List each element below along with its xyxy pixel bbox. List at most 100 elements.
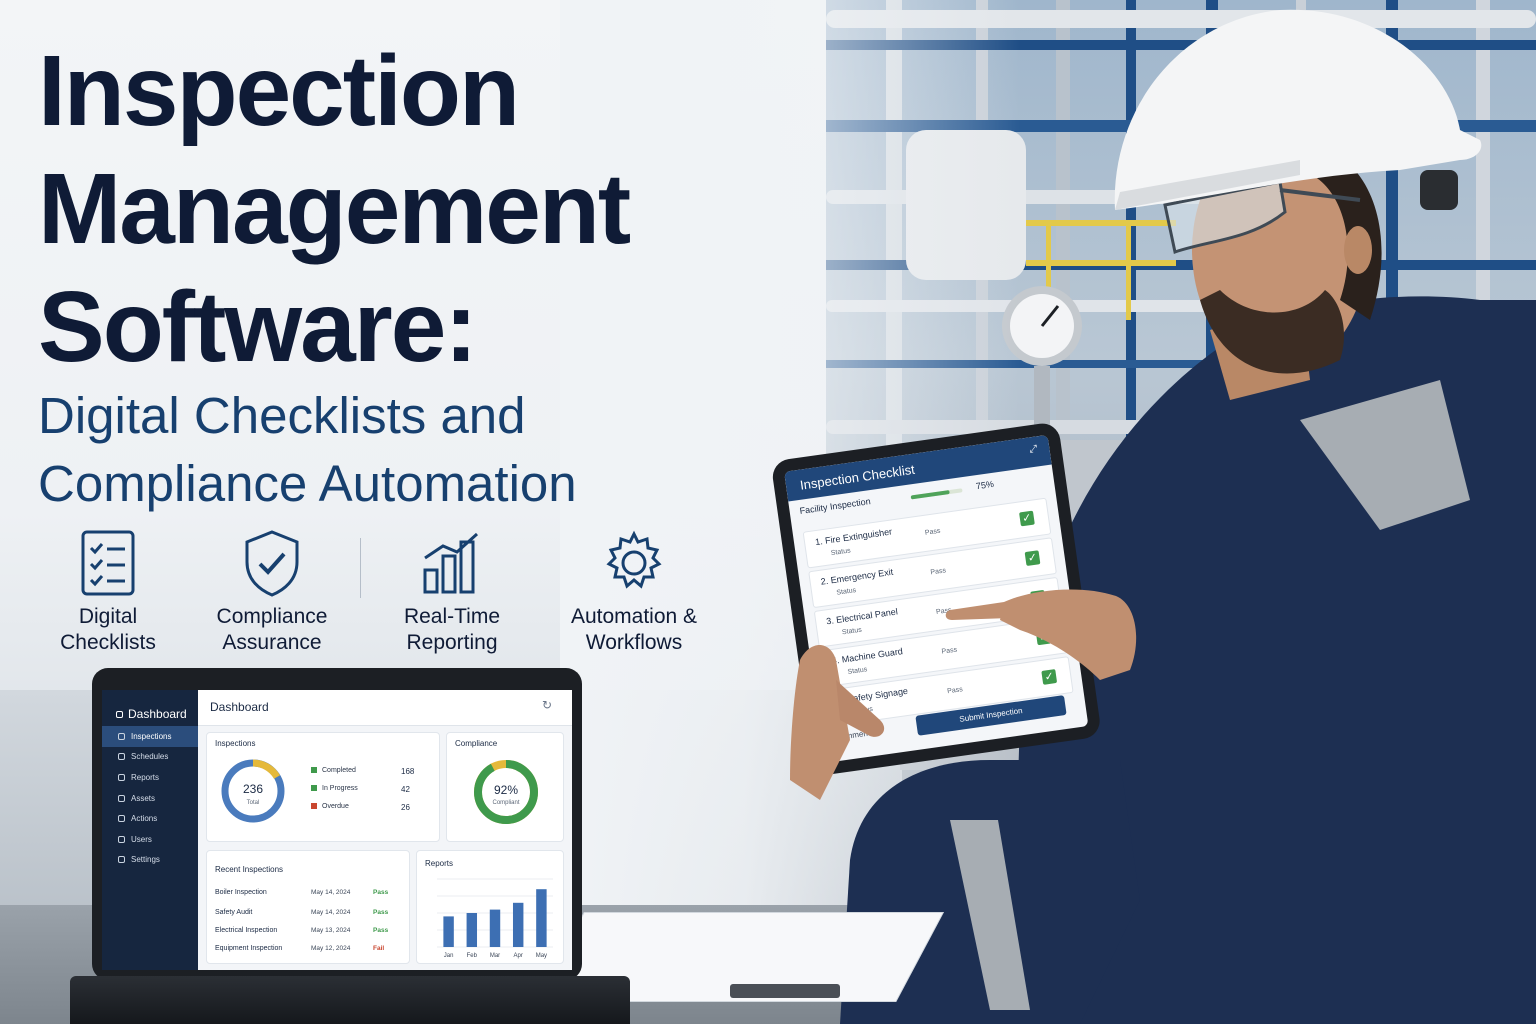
feature-real-time-reporting: Real-Time Reporting xyxy=(372,528,532,656)
checklist-item-status-label: Status xyxy=(830,547,852,558)
feature-label-line2: Reporting xyxy=(406,631,498,654)
table-row[interactable]: Boiler Inspection May 14, 2024 Pass xyxy=(215,889,393,896)
sidebar-item-label: Actions xyxy=(131,814,158,824)
home-icon xyxy=(116,710,123,718)
reports-bar-chart: Jan Feb Mar Apr May xyxy=(437,878,553,959)
table-row[interactable]: Safety Audit May 14, 2024 Pass xyxy=(215,909,393,916)
page-title: Dashboard xyxy=(210,700,269,714)
feature-divider xyxy=(360,538,361,598)
actions-icon xyxy=(118,815,125,823)
chart-x-tick-label: Apr xyxy=(514,953,523,959)
chart-x-tick-label: Jan xyxy=(444,953,454,959)
legend-value: 26 xyxy=(401,803,410,812)
sidebar-item-schedules[interactable]: Schedules xyxy=(102,747,198,768)
inspection-result: Pass xyxy=(373,889,389,896)
expand-icon[interactable]: ⤢ xyxy=(1029,443,1038,455)
inspection-name: Equipment Inspection xyxy=(215,945,283,952)
inspections-card[interactable]: Inspections 236 Total Completed 168 In P… xyxy=(206,732,440,842)
dashboard-topbar: Dashboard ↻ xyxy=(198,690,572,726)
feature-label-line1: Automation & xyxy=(570,605,698,628)
inspection-result: Pass xyxy=(373,927,389,934)
sidebar-item-settings[interactable]: Settings xyxy=(102,850,198,871)
inspections-total-label: Total xyxy=(247,800,260,806)
inspection-name: Safety Audit xyxy=(215,909,253,916)
legend-row-in-progress: In Progress 42 xyxy=(311,785,410,794)
chart-x-tick-label: Feb xyxy=(467,953,478,959)
checklist-progress-percent: 75% xyxy=(975,478,995,492)
compliance-donut: 92% Compliant xyxy=(474,760,538,824)
inspections-legend: Completed 168 In Progress 42 Overdue 26 xyxy=(311,767,431,827)
legend-value: 42 xyxy=(401,785,410,794)
feature-label-line1: Real-Time xyxy=(403,605,501,628)
table-row[interactable]: Electrical Inspection May 13, 2024 Pass xyxy=(215,927,393,934)
laptop-keyboard xyxy=(70,976,630,1024)
inspections-total-value: 236 xyxy=(243,782,263,796)
inspection-name: Boiler Inspection xyxy=(215,889,267,896)
table-row[interactable]: Equipment Inspection May 12, 2024 Fail xyxy=(215,945,393,952)
chart-bar[interactable] xyxy=(536,889,547,947)
inspection-date: May 14, 2024 xyxy=(311,909,351,916)
reports-title: Reports xyxy=(425,859,454,868)
legend-dot xyxy=(311,785,317,791)
chart-x-tick-label: May xyxy=(536,953,547,959)
clipboard-clip xyxy=(730,984,840,998)
feature-label-line2: Checklists xyxy=(60,631,156,654)
headline-line-3: Software: xyxy=(38,271,478,383)
compliance-card[interactable]: Compliance 92% Compliant xyxy=(446,732,564,842)
recent-inspections-title: Recent Inspections xyxy=(215,865,284,874)
inspection-result: Pass xyxy=(373,909,389,916)
sidebar-item-users[interactable]: Users xyxy=(102,829,198,850)
sidebar-item-assets[interactable]: Assets xyxy=(102,788,198,809)
sidebar-item-label: Reports xyxy=(131,772,160,782)
compliance-value: 92% xyxy=(494,783,518,797)
feature-label-line2: Assurance xyxy=(222,631,322,654)
dashboard-sidebar: Dashboard Inspections Schedules Reports … xyxy=(102,690,198,970)
inspections-card-title: Inspections xyxy=(215,739,256,748)
feature-label-line2: Workflows xyxy=(585,631,683,654)
inspector-hands xyxy=(790,589,1137,800)
chart-bar[interactable] xyxy=(512,902,524,947)
checklist-title: Inspection Checklist xyxy=(799,461,916,493)
checkbox-checked-icon[interactable]: ✓ xyxy=(1019,510,1035,527)
sidebar-item-label: Inspections xyxy=(131,731,172,741)
legend-label: Completed xyxy=(322,767,356,774)
inspection-result: Fail xyxy=(373,945,385,952)
chart-bar[interactable] xyxy=(443,916,454,947)
inspection-date: May 14, 2024 xyxy=(311,889,351,896)
recent-inspections-card[interactable]: Recent Inspections Boiler Inspection May… xyxy=(206,850,410,964)
checklist-progress-fill xyxy=(910,490,950,500)
sidebar-brand[interactable]: Dashboard xyxy=(102,690,198,726)
subtitle: Digital Checklists and Compliance Automa… xyxy=(38,382,738,518)
inspection-date: May 12, 2024 xyxy=(311,945,351,952)
feature-label-line1: Digital xyxy=(78,605,138,628)
legend-row-completed: Completed 168 xyxy=(311,767,414,776)
inspection-name: Electrical Inspection xyxy=(215,927,278,934)
chart-bar[interactable] xyxy=(466,913,478,947)
bar-chart-icon xyxy=(423,532,479,594)
chart-x-tick-label: Mar xyxy=(490,953,500,959)
feature-automation-workflows: Automation & Workflows xyxy=(554,528,714,656)
sidebar-item-inspections[interactable]: Inspections xyxy=(102,726,198,747)
settings-icon xyxy=(118,856,125,864)
inspections-donut: 236 Total xyxy=(221,759,285,823)
headline-line-1: Inspection xyxy=(38,35,520,147)
subtitle-line-2: Compliance Automation xyxy=(38,455,577,512)
checklist-icon xyxy=(81,530,135,596)
sidebar-item-label: Assets xyxy=(131,793,156,803)
sidebar-item-label: Settings xyxy=(131,855,160,865)
inspection-date: May 13, 2024 xyxy=(311,927,351,934)
feature-digital-checklists: Digital Checklists xyxy=(28,528,188,656)
sidebar-item-reports[interactable]: Reports xyxy=(102,767,198,788)
shield-check-icon xyxy=(245,530,299,597)
reports-icon xyxy=(118,773,125,781)
users-icon xyxy=(118,835,125,843)
feature-row: Digital Checklists Compliance Assurance … xyxy=(28,528,728,668)
refresh-icon[interactable]: ↻ xyxy=(542,698,556,712)
reports-card[interactable]: Reports Jan Feb Mar Apr May xyxy=(416,850,564,964)
compliance-label: Compliant xyxy=(492,800,519,806)
compliance-card-title: Compliance xyxy=(455,739,498,748)
chart-bar[interactable] xyxy=(489,909,501,947)
sidebar-item-actions[interactable]: Actions xyxy=(102,808,198,829)
laptop-screen: Dashboard Inspections Schedules Reports … xyxy=(102,690,572,970)
gear-icon xyxy=(606,530,662,589)
